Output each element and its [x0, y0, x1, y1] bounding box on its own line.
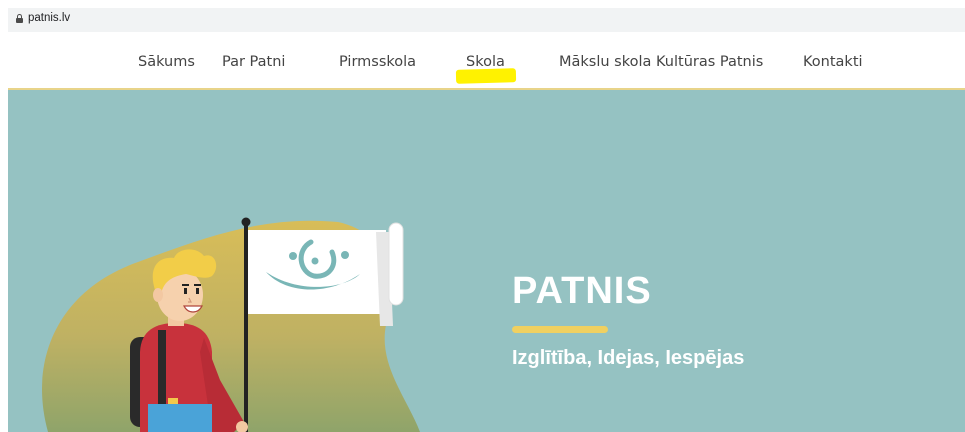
nav-item-kontakti[interactable]: Kontakti	[803, 54, 863, 70]
hero-accent-bar	[512, 326, 608, 333]
url-field[interactable]: patnis.lv	[8, 8, 965, 32]
hero-subtitle: Izglītība, Idejas, Iespējas	[512, 347, 745, 369]
flag	[248, 222, 404, 326]
nav-item-par-patni[interactable]: Par Patni	[222, 54, 285, 70]
nav-item-pirmsskola[interactable]: Pirmsskola	[339, 54, 416, 70]
nav-item-sakums[interactable]: Sākums	[138, 54, 195, 70]
hero-title: PATNIS	[512, 270, 652, 312]
nav-item-makslu-skola[interactable]: Mākslu skola Kultūras Patnis	[559, 54, 763, 70]
nav-item-skola[interactable]: Skola	[466, 54, 505, 70]
flag-pole-tip	[241, 217, 251, 227]
hero-banner: PATNIS Izglītība, Idejas, Iespējas	[8, 90, 965, 432]
lock-icon	[16, 14, 23, 23]
hero-illustration	[42, 217, 420, 432]
browser-address-bar: patnis.lv	[0, 0, 965, 36]
url-text: patnis.lv	[28, 12, 71, 24]
marker-highlight	[455, 68, 517, 84]
